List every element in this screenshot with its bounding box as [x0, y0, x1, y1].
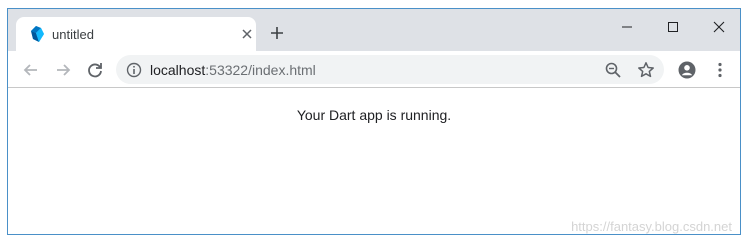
minimize-button[interactable] — [604, 13, 650, 41]
close-icon — [713, 21, 725, 33]
minimize-icon — [622, 26, 632, 28]
address-bar[interactable]: localhost:53322/index.html — [116, 55, 664, 84]
back-arrow-icon[interactable] — [21, 60, 41, 80]
info-icon[interactable] — [126, 62, 142, 78]
reload-icon[interactable] — [85, 60, 105, 80]
maximize-icon — [668, 22, 678, 32]
close-window-button[interactable] — [696, 13, 740, 41]
more-menu-icon[interactable] — [710, 60, 730, 80]
tab-close-icon[interactable] — [240, 27, 254, 41]
url-text[interactable]: localhost:53322/index.html — [150, 62, 316, 78]
page-content: Your Dart app is running. https://fantas… — [8, 89, 740, 234]
page-message: Your Dart app is running. — [296, 107, 452, 123]
maximize-button[interactable] — [650, 13, 696, 41]
toolbar: localhost:53322/index.html — [8, 51, 740, 88]
dart-logo-icon — [31, 26, 44, 42]
watermark: https://fantasy.blog.csdn.net — [571, 219, 732, 234]
forward-arrow-icon[interactable] — [53, 60, 73, 80]
url-host: localhost — [150, 62, 206, 78]
tab-strip: untitled — [8, 9, 740, 51]
bookmark-star-icon[interactable] — [637, 61, 655, 79]
profile-icon[interactable] — [677, 60, 697, 80]
zoom-out-icon[interactable] — [604, 61, 622, 79]
tab-title: untitled — [52, 27, 94, 42]
url-path: :53322/index.html — [205, 62, 316, 78]
tab-untitled[interactable]: untitled — [16, 17, 256, 51]
new-tab-icon[interactable] — [268, 24, 286, 42]
browser-window: untitled localhost:53322/index.html Your… — [7, 8, 741, 235]
